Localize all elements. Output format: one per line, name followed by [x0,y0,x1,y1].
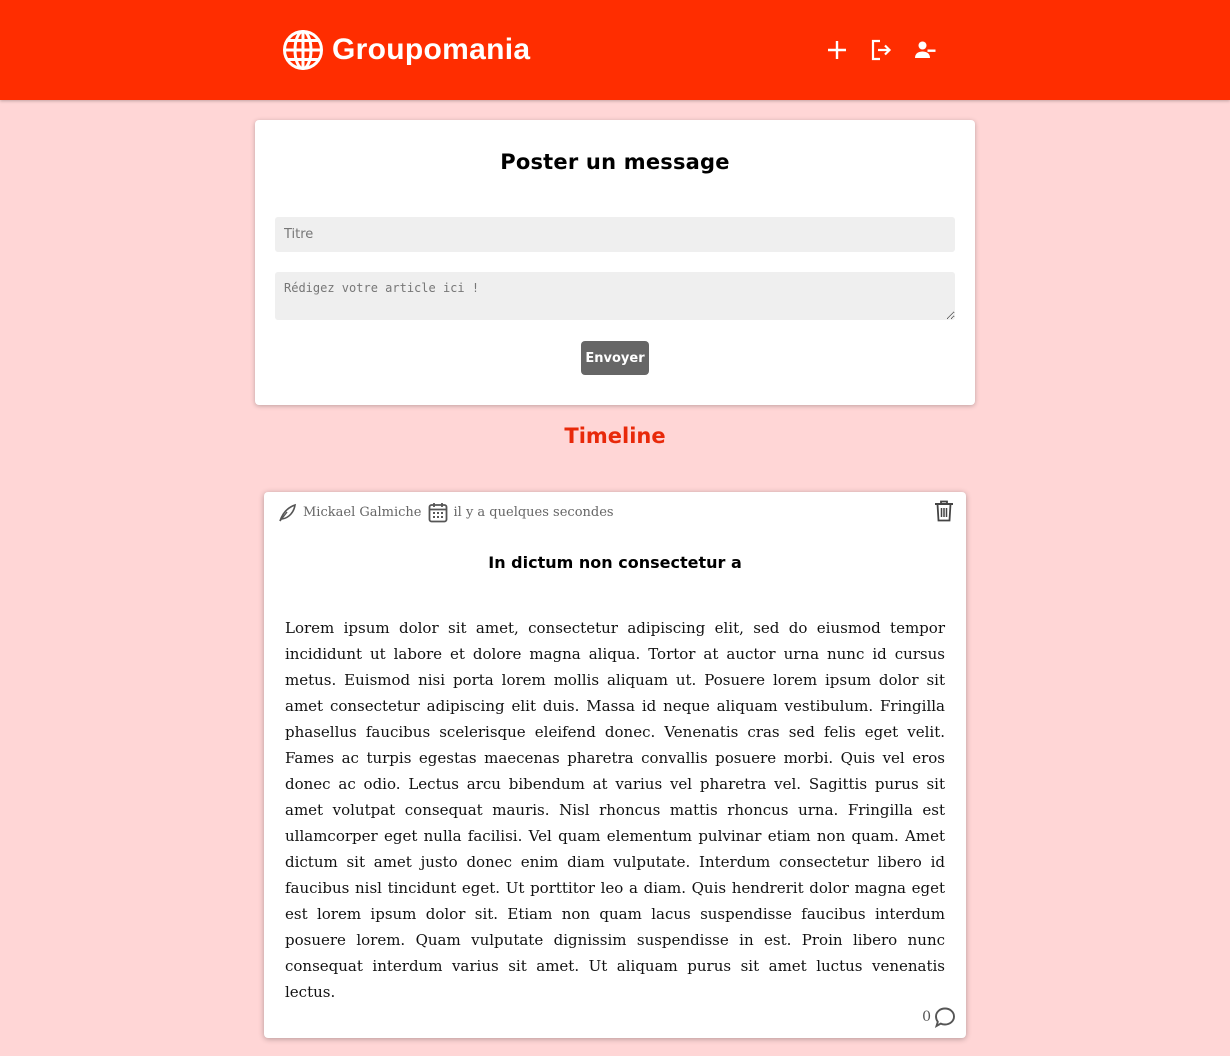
globe-icon [283,30,323,70]
post-date: il y a quelques secondes [453,505,614,520]
composer-heading: Poster un message [500,150,730,174]
comment-count: 0 [922,1009,931,1025]
post-footer: 0 [922,1006,956,1028]
delete-post-button[interactable] [934,500,954,522]
trash-icon [935,500,953,522]
top-header: Groupomania [0,0,1230,100]
post-meta: Mickael Galmiche il y a quelques seconde… [277,502,614,523]
brand-logo[interactable]: Groupomania [282,28,530,72]
plus-icon [828,41,846,59]
send-button[interactable]: Envoyer [581,341,649,375]
article-textarea[interactable] [275,272,955,320]
calendar-icon [428,503,447,523]
remove-account-button[interactable] [910,36,940,64]
comment-bubble-icon[interactable] [934,1006,956,1028]
logout-icon [871,39,892,61]
post-card: Mickael Galmiche il y a quelques seconde… [264,492,966,1038]
post-body: Lorem ipsum dolor sit amet, consectetur … [285,619,945,1001]
header-actions [822,36,954,64]
person-remove-icon [915,41,936,58]
logout-button[interactable] [866,36,896,64]
title-input[interactable] [275,217,955,252]
post-author[interactable]: Mickael Galmiche [303,505,422,520]
feather-icon [279,503,296,521]
brand-name: Groupomania [332,33,531,66]
post-title: In dictum non consectetur a [488,553,742,572]
post-composer: Poster un message Envoyer [255,120,975,405]
timeline-heading: Timeline [564,424,666,448]
new-post-button[interactable] [822,36,852,64]
